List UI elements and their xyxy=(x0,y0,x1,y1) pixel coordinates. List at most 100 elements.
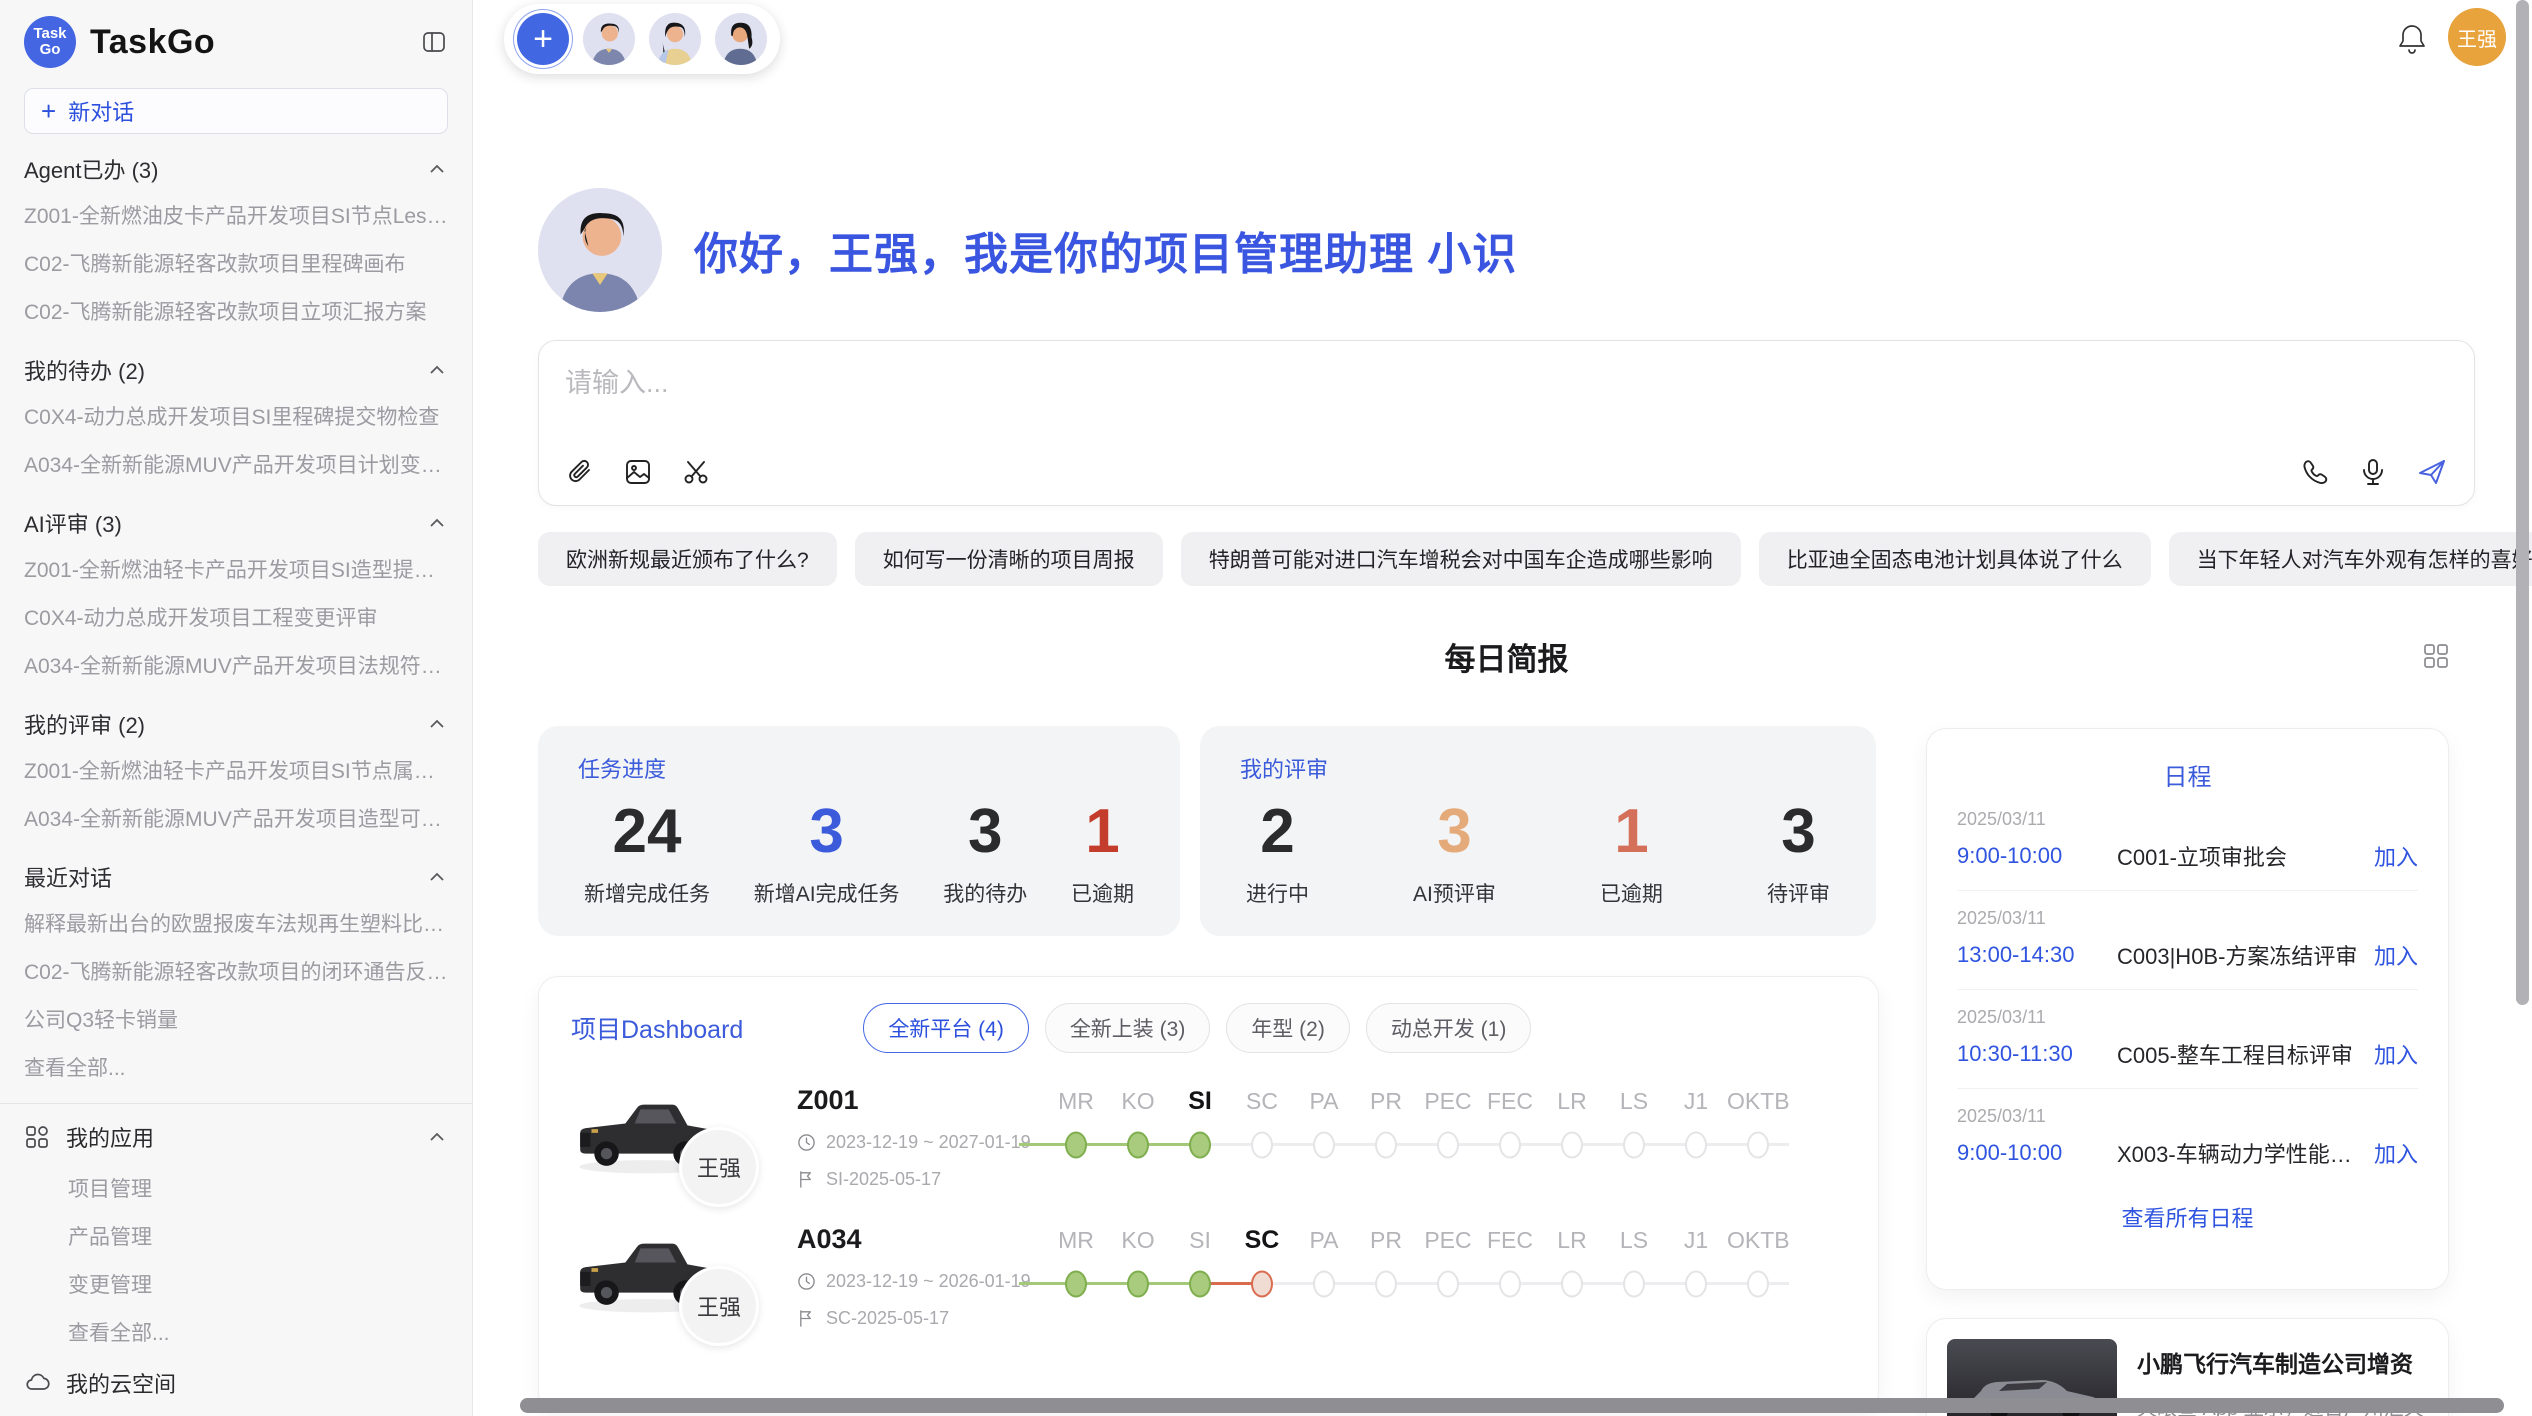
microphone-icon[interactable] xyxy=(2358,457,2388,487)
project-row[interactable]: 王强 A034 2023-12-19 ~ 2026-01-19 SC-2025-… xyxy=(539,1200,1878,1339)
suggestion-chip[interactable]: 当下年轻人对汽车外观有怎样的喜好趋势 xyxy=(2169,532,2532,586)
chevron-up-icon[interactable] xyxy=(426,1127,448,1147)
dashboard-tab[interactable]: 动总开发 (1) xyxy=(1366,1003,1532,1053)
milestone-track: MRKOSISCPAPRPECFECLRLSJ1OKTB xyxy=(1045,1083,1846,1163)
sidebar-section-header[interactable]: 我的待办 (2) xyxy=(24,339,448,392)
sidebar-item[interactable]: C0X4-动力总成开发项目SI里程碑提交物检查 xyxy=(24,392,448,440)
project-flag-milestone: SI-2025-05-17 xyxy=(826,1169,941,1190)
sidebar-item[interactable]: A034-全新新能源MUV产品开发项目计划变更表编写 xyxy=(24,440,448,488)
join-meeting-link[interactable]: 加入 xyxy=(2374,939,2418,971)
app-item-view-all[interactable]: 查看全部... xyxy=(24,1308,448,1356)
chevron-up-icon[interactable] xyxy=(426,159,448,179)
sidebar-section-header[interactable]: AI评审 (3) xyxy=(24,492,448,545)
chevron-up-icon[interactable] xyxy=(426,513,448,533)
sidebar-section-header[interactable]: 最近对话 xyxy=(24,846,448,899)
sidebar-item[interactable]: 公司Q3轻卡销量 xyxy=(24,995,448,1043)
section-label: 最近对话 xyxy=(24,861,112,893)
sidebar-item[interactable]: 解释最新出台的欧盟报废车法规再生塑料比例被调至15%... xyxy=(24,899,448,947)
join-meeting-link[interactable]: 加入 xyxy=(2374,1038,2418,1070)
send-icon[interactable] xyxy=(2416,457,2448,487)
milestone-node xyxy=(1561,1132,1583,1159)
dashboard-tab[interactable]: 全新上装 (3) xyxy=(1045,1003,1211,1053)
flag-icon xyxy=(797,1309,816,1328)
layout-grid-icon[interactable] xyxy=(2420,640,2452,672)
sidebar-item[interactable]: A034-全新新能源MUV产品开发项目造型可行性评审 xyxy=(24,794,448,842)
vertical-scrollbar-thumb[interactable] xyxy=(2516,0,2529,1005)
project-row[interactable]: 王强 Z001 2023-12-19 ~ 2027-01-19 SI-2025-… xyxy=(539,1061,1878,1200)
project-dashboard-card: 项目Dashboard 全新平台 (4)全新上装 (3)年型 (2)动总开发 (… xyxy=(538,976,1879,1412)
sidebar-section-header[interactable]: 我的评审 (2) xyxy=(24,693,448,746)
milestone-node xyxy=(1623,1271,1645,1298)
app-item-product-mgmt[interactable]: 产品管理 xyxy=(24,1212,448,1260)
notifications-bell-icon[interactable] xyxy=(2396,22,2428,56)
new-chat-button[interactable]: + 新对话 xyxy=(24,88,448,134)
my-cloud-space[interactable]: 我的云空间 xyxy=(24,1356,448,1410)
app-title: TaskGo xyxy=(90,23,215,62)
sidebar-section-header[interactable]: Agent已办 (3) xyxy=(24,138,448,191)
schedule-date: 2025/03/11 xyxy=(1957,809,2418,830)
suggestion-chip[interactable]: 比亚迪全固态电池计划具体说了什么 xyxy=(1759,532,2151,586)
sidebar-item[interactable]: C02-飞腾新能源轻客改款项目里程碑画布 xyxy=(24,239,448,287)
schedule-date: 2025/03/11 xyxy=(1957,908,2418,929)
join-meeting-link[interactable]: 加入 xyxy=(2374,840,2418,872)
sidebar-item[interactable]: 查看全部... xyxy=(24,1043,448,1091)
collapse-sidebar-icon[interactable] xyxy=(420,28,448,56)
stat-value: 1 xyxy=(1600,790,1663,874)
suggestion-chip[interactable]: 如何写一份清晰的项目周报 xyxy=(855,532,1163,586)
sidebar-section: 我的评审 (2) Z001-全新燃油轻卡产品开发项目SI节点属性5D文件评审A0… xyxy=(24,693,448,842)
chevron-up-icon[interactable] xyxy=(426,714,448,734)
milestone-mr: MR xyxy=(1045,1224,1107,1302)
schedule-name: C001-立项审批会 xyxy=(2117,840,2362,872)
divider xyxy=(0,1103,472,1104)
milestone-sc: SC xyxy=(1231,1085,1293,1163)
milestone-pec: PEC xyxy=(1417,1224,1479,1302)
app-item-change-mgmt[interactable]: 变更管理 xyxy=(24,1260,448,1308)
dashboard-tab[interactable]: 全新平台 (4) xyxy=(863,1003,1029,1053)
horizontal-scrollbar-thumb[interactable] xyxy=(520,1398,2504,1413)
voice-call-icon[interactable] xyxy=(2300,457,2330,487)
milestone-sc: SC xyxy=(1231,1224,1293,1302)
add-agent-button[interactable]: + xyxy=(517,13,569,65)
dashboard-tab[interactable]: 年型 (2) xyxy=(1226,1003,1350,1053)
chat-input[interactable] xyxy=(565,361,2448,431)
flag-icon xyxy=(797,1170,816,1189)
sidebar-item[interactable]: C0X4-动力总成开发项目工程变更评审 xyxy=(24,593,448,641)
chevron-up-icon[interactable] xyxy=(426,867,448,887)
schedule-time: 9:00-10:00 xyxy=(1957,1140,2117,1166)
daily-briefing-title: 每日简报 xyxy=(538,634,2475,679)
attachment-icon[interactable] xyxy=(565,457,595,487)
sidebar-item[interactable]: Z001-全新燃油皮卡产品开发项目SI节点Lesson Learn报告 xyxy=(24,191,448,239)
my-apps-header[interactable]: 我的应用 xyxy=(24,1110,448,1164)
schedule-item: 2025/03/11 9:00-10:00 X003-车辆动力学性能验... 加… xyxy=(1957,1089,2418,1187)
milestone-pa: PA xyxy=(1293,1085,1355,1163)
image-icon[interactable] xyxy=(623,457,653,487)
section-label: Agent已办 (3) xyxy=(24,153,159,185)
agent-avatar-3[interactable] xyxy=(715,13,767,65)
milestone-oktb: OKTB xyxy=(1727,1085,1789,1163)
app-item-project-mgmt[interactable]: 项目管理 xyxy=(24,1164,448,1212)
milestone-ls: LS xyxy=(1603,1224,1665,1302)
sidebar-item[interactable]: Z001-全新燃油轻卡产品开发项目SI节点属性5D文件评审 xyxy=(24,746,448,794)
agent-avatar-1[interactable] xyxy=(583,13,635,65)
sidebar-item[interactable]: Z001-全新燃油轻卡产品开发项目SI造型提交物评审 xyxy=(24,545,448,593)
sidebar-item[interactable]: C02-飞腾新能源轻客改款项目立项汇报方案 xyxy=(24,287,448,335)
milestone-lr: LR xyxy=(1541,1085,1603,1163)
agent-avatar-2[interactable] xyxy=(649,13,701,65)
sidebar-item[interactable]: A034-全新新能源MUV产品开发项目法规符合性评审 xyxy=(24,641,448,689)
schedule-name: C005-整车工程目标评审 xyxy=(2117,1038,2362,1070)
suggestion-chip[interactable]: 特朗普可能对进口汽车增税会对中国车企造成哪些影响 xyxy=(1181,532,1741,586)
chevron-up-icon[interactable] xyxy=(426,360,448,380)
user-avatar[interactable]: 王强 xyxy=(2448,8,2506,66)
main-area: + 王强 你好，王强，我是你的项目管理助理 小识 xyxy=(474,0,2532,1416)
sidebar-item[interactable]: C02-飞腾新能源轻客改款项目的闭环通告反馈情况 xyxy=(24,947,448,995)
milestone-node xyxy=(1251,1271,1273,1298)
my-favorites[interactable]: 我的收藏 xyxy=(24,1410,448,1416)
milestone-si: SI xyxy=(1169,1224,1231,1302)
view-all-schedule-link[interactable]: 查看所有日程 xyxy=(1957,1187,2418,1247)
project-date-range: 2023-12-19 ~ 2026-01-19 xyxy=(826,1271,1031,1292)
suggestion-chip[interactable]: 欧洲新规最近颁布了什么? xyxy=(538,532,837,586)
stat-item: 1 已逾期 xyxy=(1600,790,1663,908)
scissors-icon[interactable] xyxy=(681,457,711,487)
news-title: 小鹏飞行汽车制造公司增资 xyxy=(2137,1345,2428,1379)
join-meeting-link[interactable]: 加入 xyxy=(2374,1137,2418,1169)
